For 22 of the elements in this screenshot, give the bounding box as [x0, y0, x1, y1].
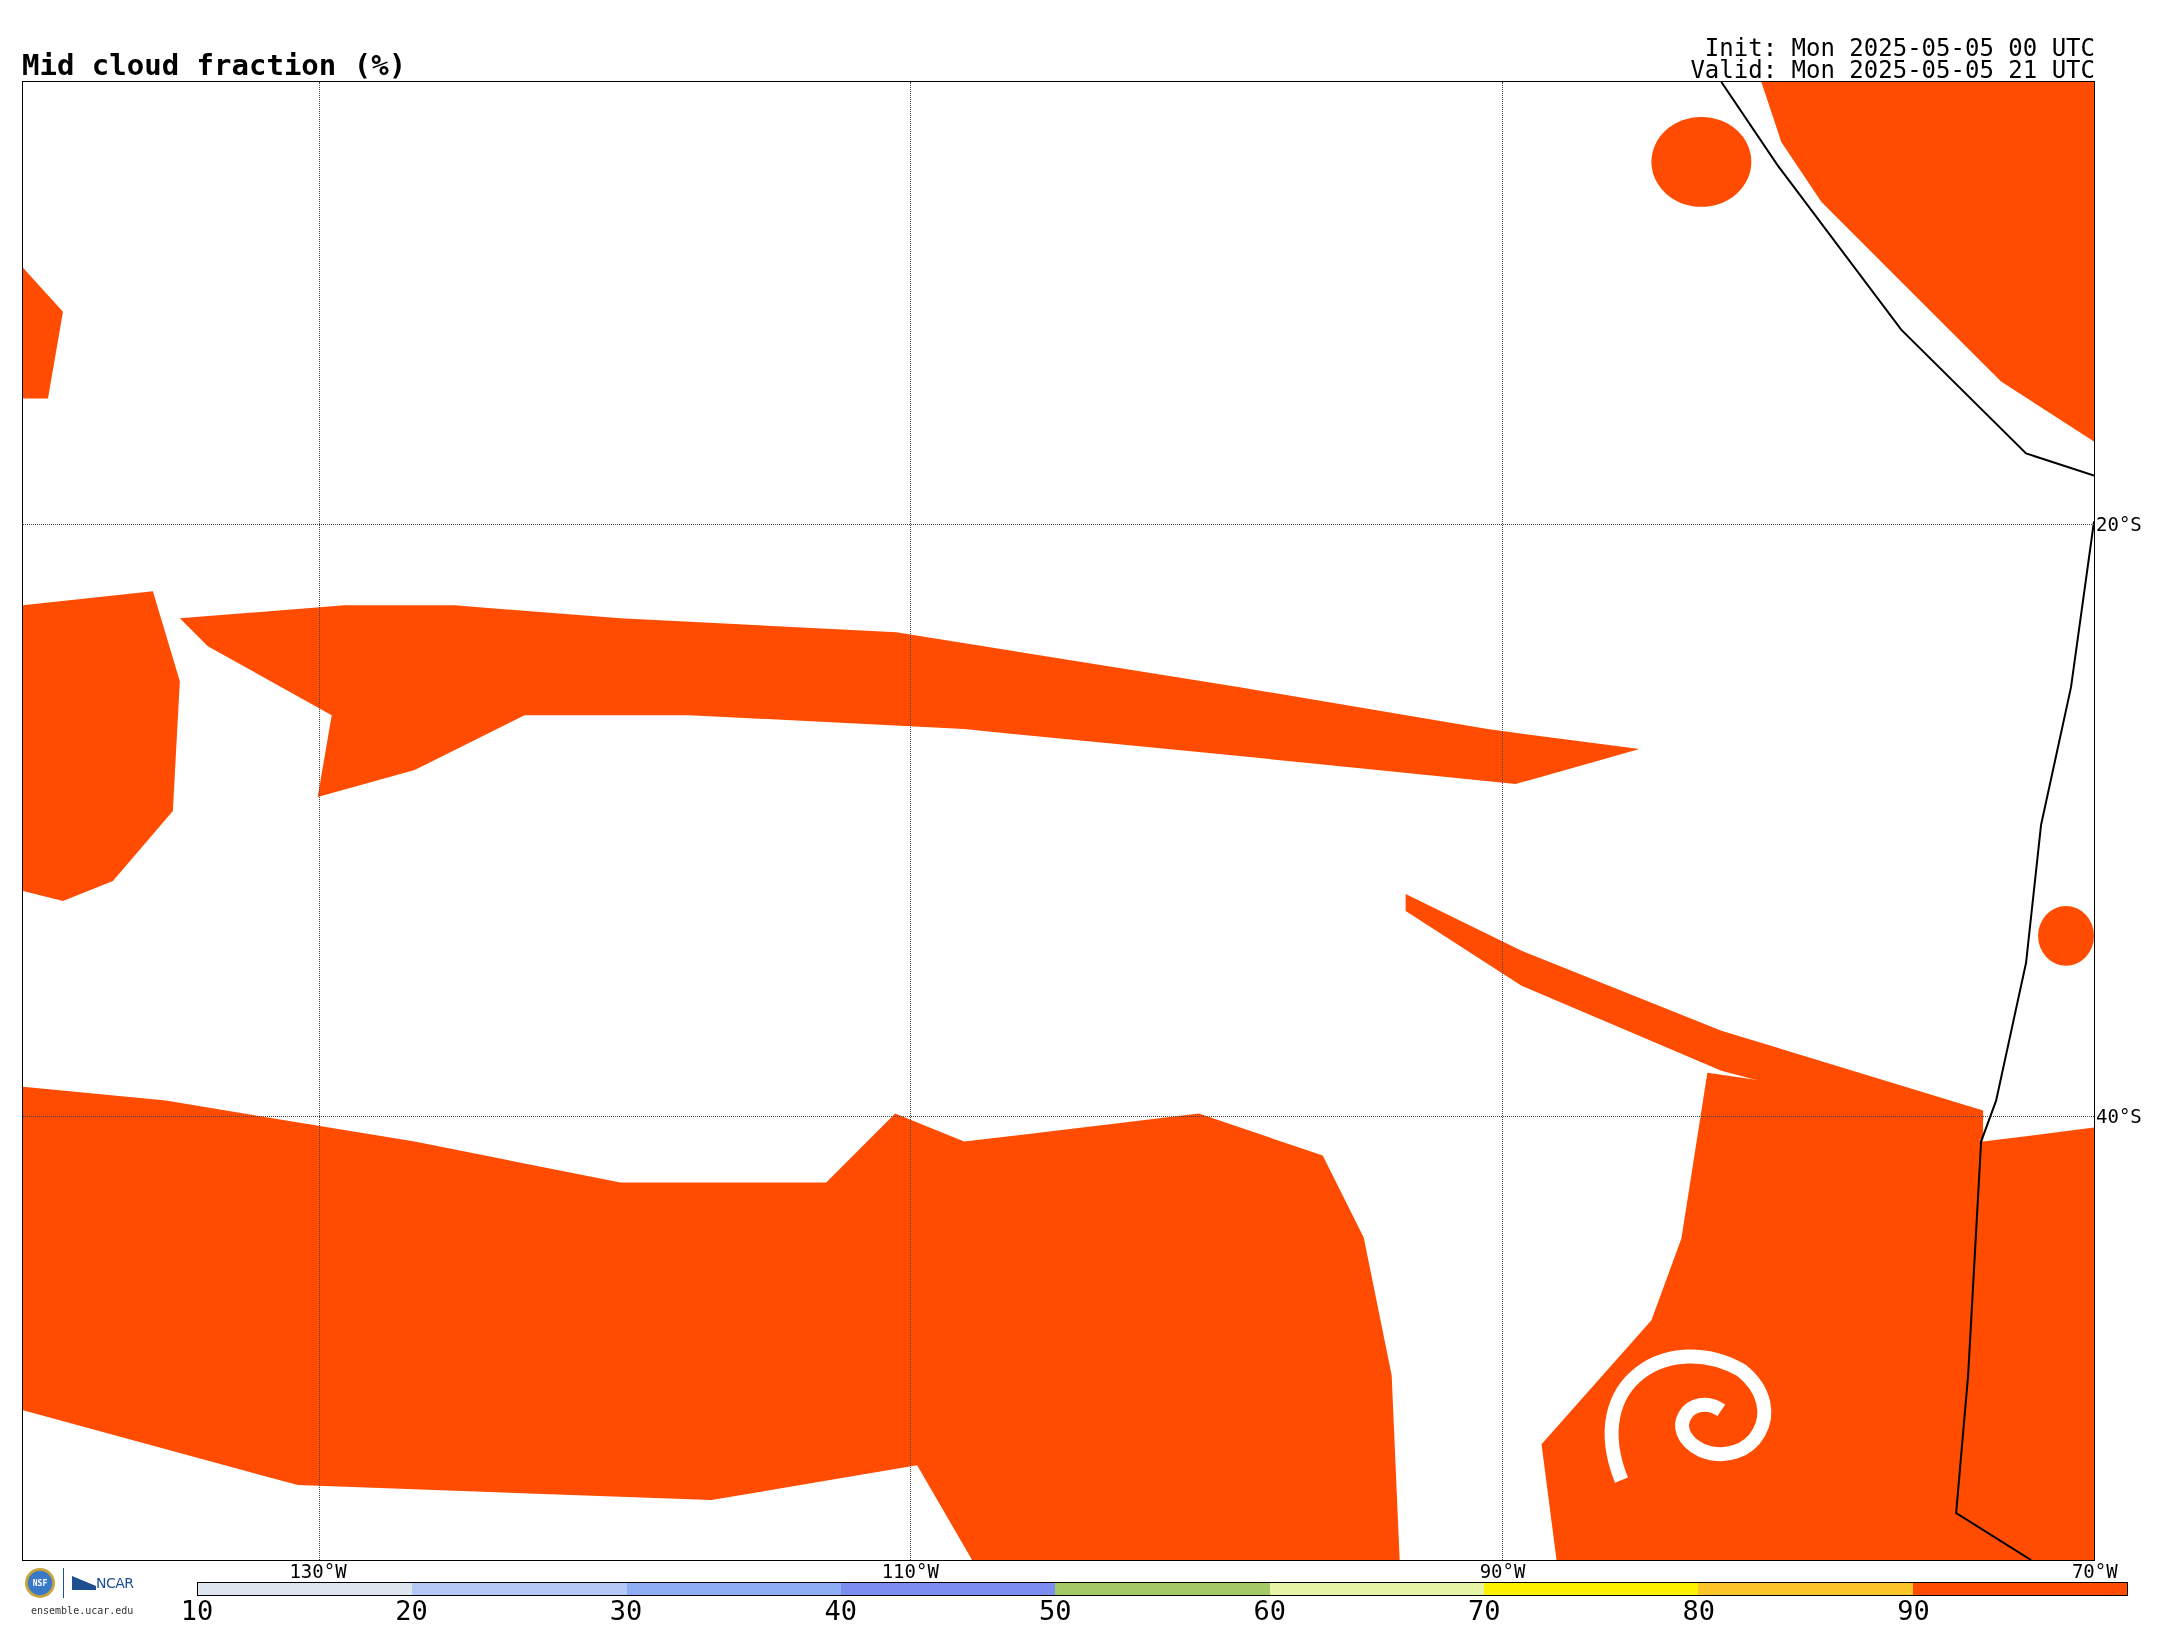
longitude-label: 110°W — [881, 1561, 939, 1581]
longitude-label: 90°W — [1479, 1561, 1526, 1581]
ncar-logo-text: NCAR — [96, 1575, 134, 1591]
colorbar-tick-label: 20 — [395, 1596, 428, 1626]
latitude-label: 20°S — [2095, 513, 2142, 534]
colorbar-tick-label: 90 — [1897, 1596, 1930, 1626]
latitude-label: 40°S — [2095, 1105, 2142, 1126]
colorbar-tick-label: 30 — [609, 1596, 643, 1626]
colorbar-tick-label: 40 — [824, 1596, 857, 1626]
colorbar-tick-label: 10 — [180, 1596, 214, 1626]
colorbar-tick-label: 80 — [1682, 1596, 1716, 1626]
longitude-label: 130°W — [289, 1561, 347, 1581]
valid-time: Valid: Mon 2025-05-05 21 UTC — [1690, 59, 2095, 81]
site-address: ensemble.ucar.edu — [31, 1605, 134, 1616]
colorbar-tick-label: 60 — [1253, 1596, 1286, 1626]
nsf-logo: NSF — [25, 1568, 55, 1598]
colorbar-tick-label: 70 — [1468, 1596, 1501, 1626]
init-time: Init: Mon 2025-05-05 00 UTC — [1704, 37, 2095, 59]
longitude-label: 70°W — [2071, 1561, 2118, 1581]
chart-title: Mid cloud fraction (%) — [22, 49, 407, 81]
ncar-logo-icon — [72, 1576, 96, 1590]
colorbar-tick-label: 50 — [1038, 1596, 1072, 1626]
